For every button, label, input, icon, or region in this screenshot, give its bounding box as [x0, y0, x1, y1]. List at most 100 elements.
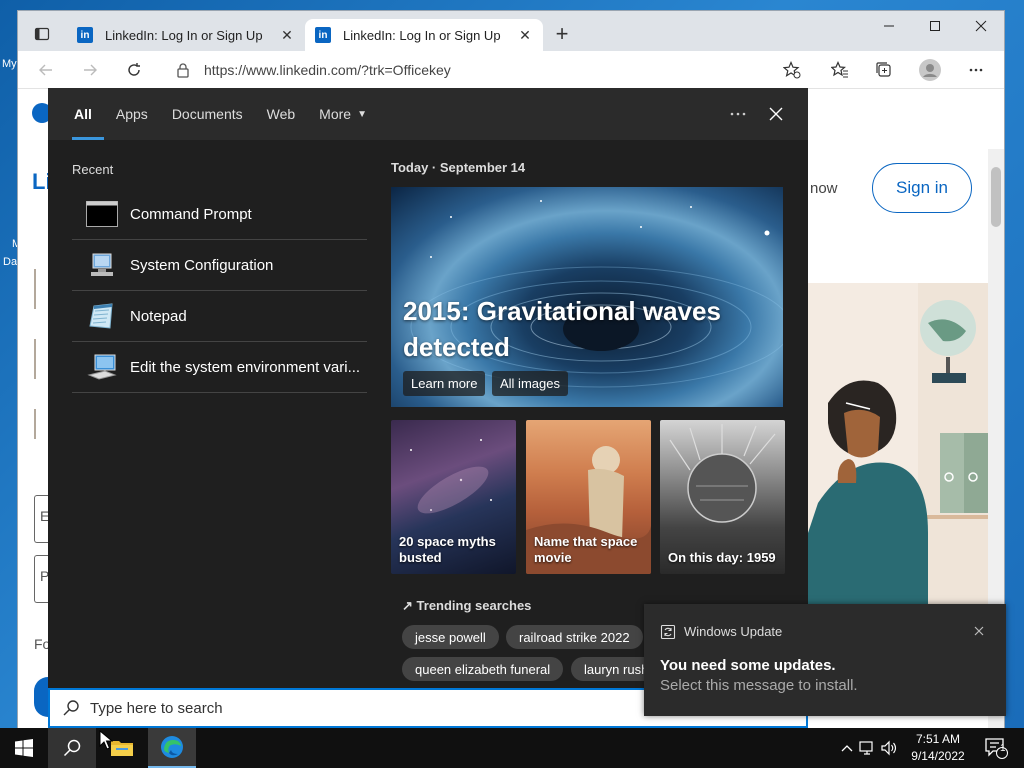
caret-down-icon: ▼ [357, 108, 367, 120]
forward-button[interactable] [74, 55, 106, 85]
card-space-movie[interactable]: Name that space movie [526, 420, 651, 574]
avatar-icon [919, 59, 941, 81]
collections-icon [876, 62, 891, 77]
windows-update-notification[interactable]: Windows Update You need some updates. Se… [644, 604, 1006, 716]
trending-heading: ↗ Trending searches [402, 598, 531, 614]
recent-item-system-configuration[interactable]: System Configuration [72, 240, 367, 291]
close-icon [769, 107, 783, 121]
lock-icon[interactable] [176, 62, 190, 78]
show-hidden-icons-button[interactable] [838, 744, 856, 752]
back-button[interactable] [30, 55, 62, 85]
refresh-icon [128, 63, 140, 76]
page-scrollbar-thumb[interactable] [991, 167, 1001, 227]
learn-more-button[interactable]: Learn more [403, 371, 486, 396]
close-icon [975, 20, 987, 32]
tab-apps[interactable]: Apps [104, 88, 160, 140]
close-tab-icon[interactable]: ✕ [517, 27, 533, 43]
speaker-icon [881, 740, 897, 756]
address-url: https://www.linkedin.com/?trk=Officekey [204, 62, 451, 78]
hero-title: 2015: Gravitational waves detected [403, 296, 721, 362]
network-button[interactable] [856, 740, 878, 756]
sign-in-button[interactable]: Sign in [872, 163, 972, 213]
recent-item-label: Notepad [130, 307, 187, 325]
search-options-button[interactable] [724, 100, 752, 128]
all-images-button[interactable]: All images [492, 371, 568, 396]
edge-taskbar-button[interactable] [148, 728, 196, 768]
person-thinking-illustration [808, 283, 988, 610]
collections-button[interactable] [868, 55, 900, 85]
join-now-link[interactable]: now [810, 180, 838, 197]
trending-pill[interactable]: queen elizabeth funeral [402, 657, 564, 681]
mouse-cursor-icon [99, 730, 113, 750]
clock-time: 7:51 AM [915, 732, 961, 746]
tab-documents[interactable]: Documents [160, 88, 255, 140]
taskbar-clock[interactable]: 7:51 AM 9/14/2022 [906, 731, 970, 765]
settings-more-button[interactable] [960, 55, 992, 85]
maximize-button[interactable] [912, 11, 958, 41]
recent-item-label: System Configuration [130, 256, 274, 274]
search-icon [63, 739, 81, 757]
edge-icon [161, 736, 183, 758]
close-window-button[interactable] [958, 11, 1004, 41]
sign-in-submit-fragment[interactable] [34, 677, 48, 717]
password-field-fragment[interactable]: P [34, 555, 49, 603]
close-search-button[interactable] [762, 100, 790, 128]
recent-item-command-prompt[interactable]: Command Prompt [72, 189, 367, 240]
close-icon [974, 626, 984, 636]
more-dots-icon [730, 112, 746, 116]
start-button[interactable] [0, 728, 48, 768]
search-icon [63, 700, 79, 716]
tab-web[interactable]: Web [255, 88, 308, 140]
windows-update-icon [660, 624, 676, 640]
hero-card-gravitational-waves[interactable]: 2015: Gravitational waves detected Learn… [391, 187, 783, 407]
tab-linkedin-1[interactable]: in LinkedIn: Log In or Sign Up ✕ [67, 19, 305, 51]
volume-button[interactable] [878, 740, 900, 756]
favorites-button[interactable] [824, 55, 856, 85]
windows-logo-icon [15, 739, 33, 757]
tab-actions-icon [34, 27, 50, 41]
linkedin-illustration [808, 283, 988, 610]
dismiss-notification-button[interactable] [970, 622, 988, 640]
recent-item-label: Command Prompt [130, 205, 252, 223]
system-configuration-icon [86, 249, 118, 281]
email-field-fragment[interactable]: E [34, 495, 49, 543]
notification-body: Select this message to install. [660, 677, 858, 694]
card-on-this-day[interactable]: On this day: 1959 [660, 420, 785, 574]
action-center-button[interactable]: 1 [978, 732, 1014, 764]
refresh-button[interactable] [118, 55, 150, 85]
notification-app-name: Windows Update [684, 624, 783, 639]
close-tab-icon[interactable]: ✕ [279, 27, 295, 43]
folder-icon [111, 741, 133, 756]
recent-item-environment-variables[interactable]: Edit the system environment vari... [72, 342, 367, 393]
tab-linkedin-2-active[interactable]: in LinkedIn: Log In or Sign Up ✕ [305, 19, 543, 51]
notification-count-badge: 1 [1000, 743, 1006, 754]
command-prompt-icon [86, 198, 118, 230]
system-properties-icon [86, 351, 118, 383]
address-bar[interactable]: https://www.linkedin.com/?trk=Officekey [164, 55, 824, 85]
card-label: On this day: 1959 [668, 550, 776, 565]
linkedin-favicon-icon: in [315, 27, 331, 43]
add-favorite-button[interactable] [776, 55, 808, 85]
card-space-myths[interactable]: 20 space myths busted [391, 420, 516, 574]
headline-fragment [34, 269, 44, 439]
desktop-icon-label[interactable]: Da [3, 256, 17, 268]
minimize-button[interactable] [866, 11, 912, 41]
recent-heading: Recent [72, 162, 114, 177]
taskbar-search-button[interactable] [48, 728, 96, 768]
tab-strip: in LinkedIn: Log In or Sign Up ✕ in Link… [18, 11, 1004, 51]
recent-list: Command Prompt System Configuration Note… [72, 189, 367, 393]
search-input[interactable] [90, 699, 610, 717]
tab-more[interactable]: More ▼ [307, 88, 379, 140]
maximize-icon [930, 21, 940, 31]
tab-actions-button[interactable] [26, 21, 58, 47]
recent-item-notepad[interactable]: Notepad [72, 291, 367, 342]
tab-all[interactable]: All [62, 88, 104, 140]
recent-item-label: Edit the system environment vari... [130, 358, 361, 376]
new-tab-button[interactable]: + [548, 23, 576, 47]
star-add-icon [783, 61, 801, 79]
profile-button[interactable] [914, 55, 946, 85]
trending-arrow-icon: ↗ [402, 598, 413, 613]
trending-pill[interactable]: railroad strike 2022 [506, 625, 643, 649]
trending-pill[interactable]: jesse powell [402, 625, 499, 649]
desktop-icon-label[interactable]: My [2, 58, 17, 70]
